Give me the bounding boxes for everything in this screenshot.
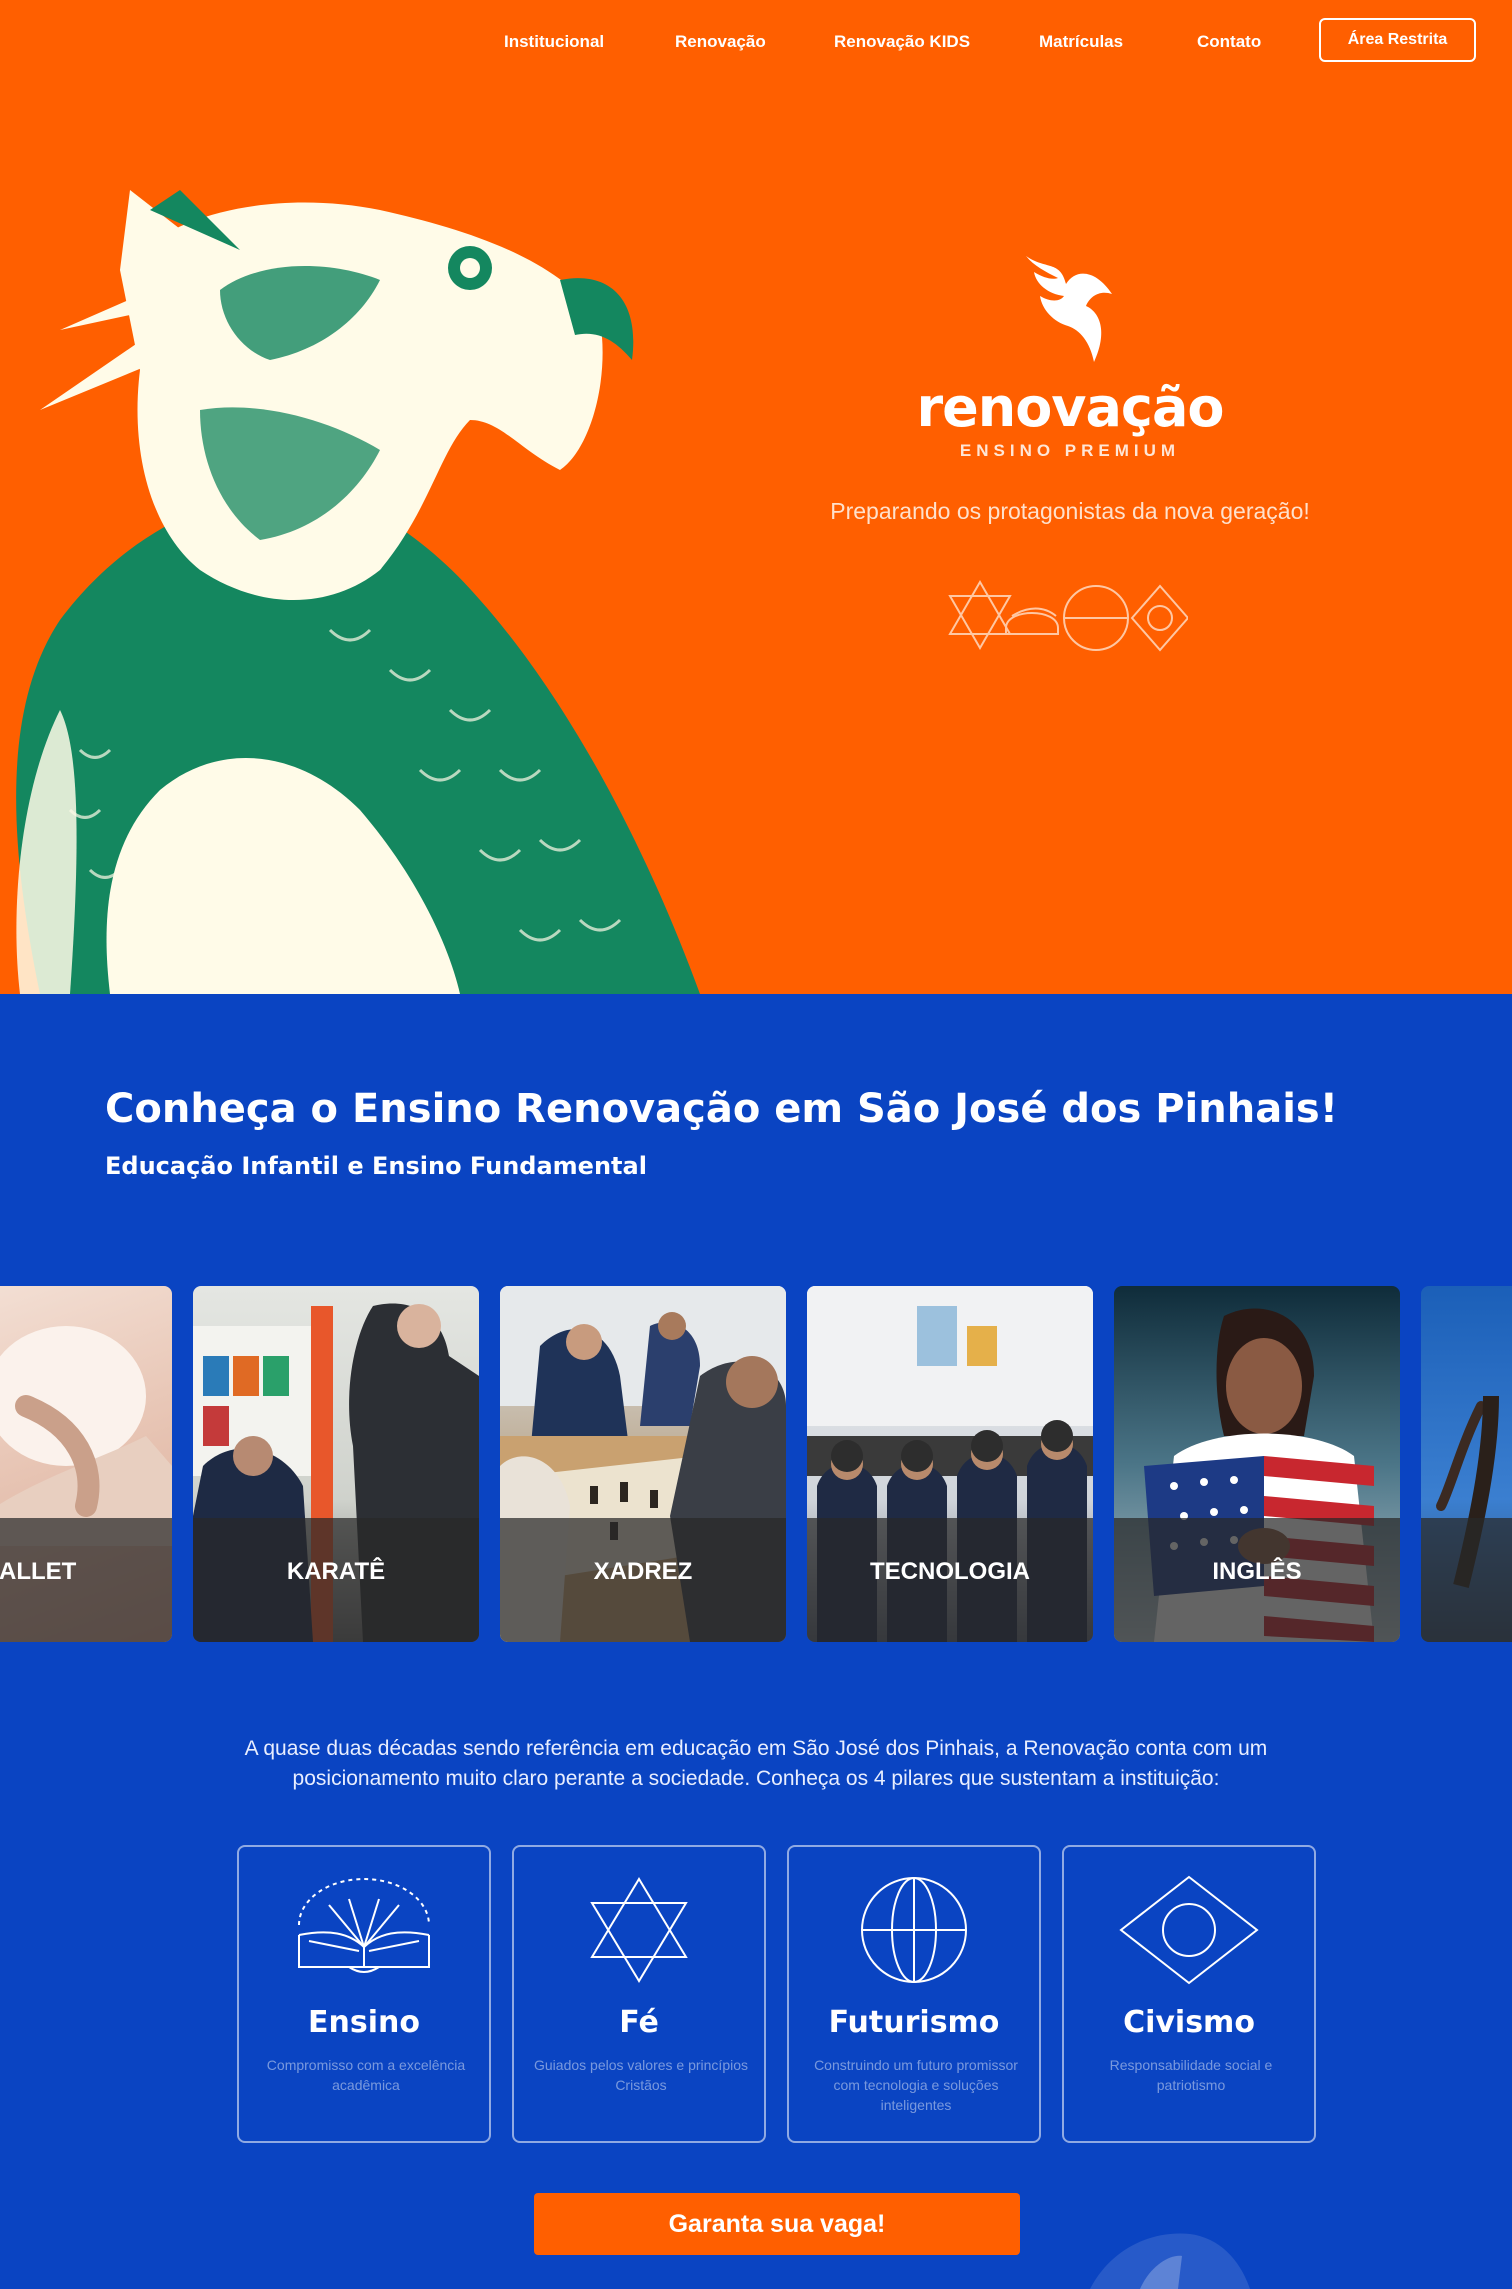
brand-subtitle: ENSINO PREMIUM: [959, 441, 1181, 460]
eagle-illustration: [16, 190, 701, 994]
activity-card-ballet[interactable]: BALLET: [0, 1286, 172, 1642]
nav-renovacao[interactable]: Renovação: [675, 32, 766, 52]
pillar-title: Fé: [619, 2005, 659, 2040]
nav-renovacao-kids[interactable]: Renovação KIDS: [834, 32, 970, 52]
pillar-description: Guiados pelos valores e princípios Crist…: [534, 2057, 749, 2093]
activity-card-tecnologia[interactable]: TECNOLOGIA: [807, 1286, 1093, 1642]
brand-name: renovação: [916, 376, 1225, 439]
pillar-title: Futurismo: [828, 2005, 1000, 2040]
activities-carousel[interactable]: BALLET KARATÊ: [0, 1286, 1512, 1642]
eagle-logo-icon: [1026, 256, 1112, 362]
activity-label: XADREZ: [593, 1558, 693, 1585]
section-subtitle: Educação Infantil e Ensino Fundamental: [105, 1152, 647, 1180]
globe-icon: [861, 1877, 967, 1983]
activity-card-xadrez[interactable]: XADREZ: [500, 1286, 786, 1642]
section-title: Conheça o Ensino Renovação em São José d…: [105, 1086, 1338, 1132]
brazil-flag-icon: [1119, 1875, 1259, 1985]
pillar-title: Civismo: [1123, 2005, 1255, 2040]
pillar-card-futurismo: Futurismo Construindo um futuro promisso…: [787, 1845, 1041, 2143]
activity-label: TECNOLOGIA: [870, 1558, 1030, 1585]
eagle-decoration-icon: [1090, 2233, 1250, 2289]
activity-label: BALLET: [0, 1558, 77, 1585]
activity-label: KARATÊ: [286, 1558, 386, 1585]
nav-institucional[interactable]: Institucional: [504, 32, 604, 52]
restricted-area-button[interactable]: Área Restrita: [1319, 18, 1476, 62]
pillar-description: Construindo um futuro promissor com tecn…: [814, 2057, 1018, 2113]
activity-card-ingles[interactable]: INGLÊS: [1114, 1286, 1400, 1642]
pillar-title: Ensino: [308, 2005, 420, 2040]
hero-section: Institucional Renovação Renovação KIDS M…: [0, 0, 1512, 994]
pillar-card-fe: Fé Guiados pelos valores e princípios Cr…: [512, 1845, 766, 2143]
activity-card-next[interactable]: [1421, 1286, 1512, 1642]
nav-contato[interactable]: Contato: [1197, 32, 1261, 52]
pillar-card-ensino: Ensino Compromisso com a excelência acad…: [237, 1845, 491, 2143]
pillar-symbols-icon: [948, 579, 1188, 652]
brand-logo[interactable]: renovação ENSINO PREMIUM: [900, 250, 1240, 461]
pillar-description: Responsabilidade social e patriotismo: [1109, 2057, 1273, 2093]
enroll-cta-button[interactable]: Garanta sua vaga!: [534, 2193, 1020, 2255]
nav-matriculas[interactable]: Matrículas: [1039, 32, 1123, 52]
open-book-icon: [298, 1878, 430, 1973]
activity-card-karate[interactable]: KARATÊ: [193, 1286, 479, 1642]
card-band: [1421, 1518, 1512, 1642]
star-of-david-icon: [590, 1877, 688, 1983]
activity-label: INGLÊS: [1212, 1558, 1302, 1585]
pillar-card-civismo: Civismo Responsabilidade social e patrio…: [1062, 1845, 1316, 2143]
pillar-description: Compromisso com a excelência acadêmica: [266, 2057, 466, 2093]
hero-tagline: Preparando os protagonistas da nova gera…: [830, 498, 1310, 524]
intro-paragraph: A quase duas décadas sendo referência em…: [244, 1737, 1268, 1790]
